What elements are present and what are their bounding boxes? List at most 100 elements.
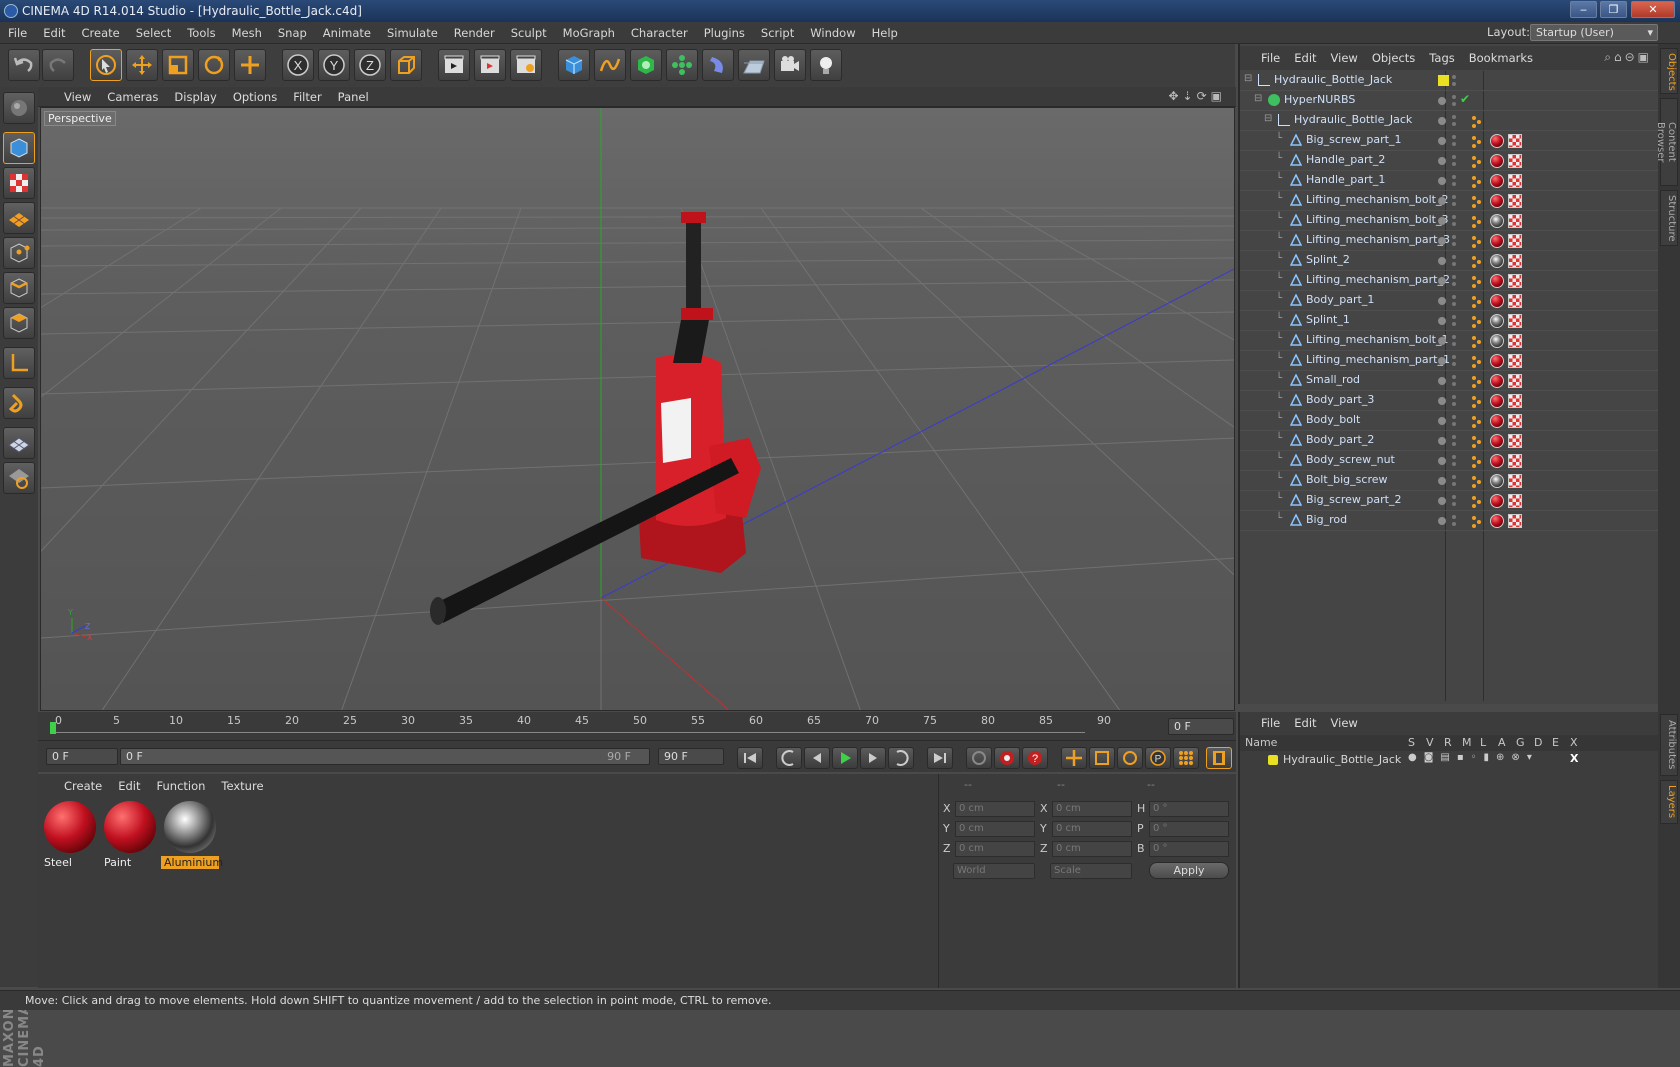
tree-expander-icon[interactable]: └ (1276, 333, 1282, 344)
maximize-button[interactable]: ❐ (1600, 1, 1627, 18)
material-tag-icon[interactable] (1490, 254, 1504, 268)
render-settings-icon[interactable] (510, 49, 542, 81)
editor-visibility-dot[interactable] (1452, 515, 1456, 519)
tree-expander-icon[interactable]: └ (1276, 293, 1282, 304)
object-name[interactable]: Bolt_big_screw (1306, 473, 1388, 486)
render-visibility-dot[interactable] (1452, 382, 1456, 386)
editor-visibility-dot[interactable] (1452, 455, 1456, 459)
scale-icon[interactable] (162, 49, 194, 81)
texture-tag-icon[interactable] (1508, 154, 1522, 168)
render-visibility-dot[interactable] (1452, 462, 1456, 466)
position-x-field[interactable]: 0 cm (955, 801, 1035, 817)
lock-x-icon[interactable]: X (282, 49, 314, 81)
layer-menu-view[interactable]: View (1324, 712, 1365, 734)
editor-visibility-dot[interactable] (1452, 235, 1456, 239)
rotation-h-field[interactable]: 0 ° (1149, 801, 1229, 817)
move-icon[interactable] (126, 49, 158, 81)
editor-visibility-dot[interactable] (1452, 335, 1456, 339)
material-menu-edit[interactable]: Edit (110, 776, 148, 796)
tweak-magnet-icon[interactable] (3, 387, 35, 419)
material-tag-icon[interactable] (1490, 514, 1504, 528)
edges-mode-icon[interactable] (3, 272, 35, 304)
visibility-dot[interactable] (1438, 397, 1446, 405)
object-name[interactable]: Lifting_mechanism_part_3 (1306, 233, 1450, 246)
tree-expander-icon[interactable]: ⊟ (1244, 73, 1252, 84)
object-row[interactable]: └ Body_part_1 (1240, 291, 1660, 311)
object-row[interactable]: └ Body_part_3 (1240, 391, 1660, 411)
visibility-dot[interactable] (1438, 177, 1446, 185)
object-row[interactable]: └ Splint_1 (1240, 311, 1660, 331)
layer-row[interactable]: Hydraulic_Bottle_Jack ●◙▤▪◦▮⊕⊗▾ X (1240, 752, 1660, 768)
object-row[interactable]: └ Body_bolt (1240, 411, 1660, 431)
material-tag-icon[interactable] (1490, 234, 1504, 248)
render-visibility-dot[interactable] (1452, 102, 1456, 106)
tree-expander-icon[interactable]: ⊟ (1254, 93, 1262, 104)
key-scale-icon[interactable] (1089, 747, 1115, 769)
material-tag-icon[interactable] (1490, 434, 1504, 448)
visibility-dot[interactable] (1438, 197, 1446, 205)
editor-visibility-dot[interactable] (1452, 115, 1456, 119)
texture-tag-icon[interactable] (1508, 334, 1522, 348)
start-frame-field[interactable]: 0 F (46, 748, 118, 765)
object-menu-file[interactable]: File (1254, 46, 1287, 70)
object-row[interactable]: └ Lifting_mechanism_bolt_1 (1240, 331, 1660, 351)
rotate-icon[interactable] (198, 49, 230, 81)
tree-expander-icon[interactable]: └ (1276, 373, 1282, 384)
layer-menu-edit[interactable]: Edit (1287, 712, 1323, 734)
material-menu-create[interactable]: Create (56, 776, 110, 796)
visibility-dot[interactable] (1438, 117, 1446, 125)
material-tag-icon[interactable] (1490, 274, 1504, 288)
object-name[interactable]: Splint_1 (1306, 313, 1350, 326)
phong-tag-icon[interactable] (1470, 354, 1484, 368)
phong-tag-icon[interactable] (1470, 174, 1484, 188)
record-keys-icon[interactable] (966, 747, 992, 769)
undo-icon[interactable] (8, 49, 40, 81)
object-row[interactable]: └ Lifting_mechanism_part_3 (1240, 231, 1660, 251)
texture-tag-icon[interactable] (1508, 414, 1522, 428)
editor-visibility-dot[interactable] (1452, 415, 1456, 419)
object-name[interactable]: Handle_part_2 (1306, 153, 1385, 166)
editor-visibility-dot[interactable] (1452, 215, 1456, 219)
visibility-dot[interactable] (1438, 97, 1446, 105)
object-row[interactable]: └ Lifting_mechanism_part_1 (1240, 351, 1660, 371)
size-z-field[interactable]: 0 cm (1052, 841, 1132, 857)
texture-tag-icon[interactable] (1508, 474, 1522, 488)
editor-visibility-dot[interactable] (1452, 495, 1456, 499)
menu-animate[interactable]: Animate (315, 22, 379, 44)
object-name[interactable]: Body_part_3 (1306, 393, 1374, 406)
object-name[interactable]: Lifting_mechanism_bolt_2 (1306, 193, 1448, 206)
next-key-icon[interactable] (888, 747, 914, 769)
layer-color-swatch[interactable] (1438, 75, 1449, 86)
viewport-camera-label[interactable]: Perspective (44, 111, 116, 126)
next-frame-icon[interactable] (860, 747, 886, 769)
3d-viewport[interactable]: Perspective Y Z X (40, 107, 1235, 711)
phong-tag-icon[interactable] (1470, 114, 1484, 128)
previous-key-icon[interactable] (776, 747, 802, 769)
menu-render[interactable]: Render (446, 22, 503, 44)
object-name[interactable]: Lifting_mechanism_part_2 (1306, 273, 1450, 286)
live-selection-icon[interactable] (90, 49, 122, 81)
object-row[interactable]: └ Body_screw_nut (1240, 451, 1660, 471)
viewport-menu-filter[interactable]: Filter (285, 87, 329, 107)
menu-mesh[interactable]: Mesh (224, 22, 270, 44)
end-frame-field[interactable]: 90 F (658, 748, 724, 765)
tree-expander-icon[interactable]: └ (1276, 513, 1282, 524)
material-tag-icon[interactable] (1490, 214, 1504, 228)
material-swatch-aluminium[interactable]: Aluminium (161, 798, 223, 870)
editor-visibility-dot[interactable] (1452, 75, 1456, 79)
phong-tag-icon[interactable] (1470, 154, 1484, 168)
size-y-field[interactable]: 0 cm (1052, 821, 1132, 837)
material-menu-texture[interactable]: Texture (213, 776, 271, 796)
tree-expander-icon[interactable]: └ (1276, 473, 1282, 484)
snap-lock-icon[interactable] (3, 462, 35, 494)
object-menu-tags[interactable]: Tags (1422, 46, 1461, 70)
visibility-dot[interactable] (1438, 497, 1446, 505)
object-row[interactable]: └ Bolt_big_screw (1240, 471, 1660, 491)
render-view-icon[interactable] (438, 49, 470, 81)
phong-tag-icon[interactable] (1470, 314, 1484, 328)
texture-tag-icon[interactable] (1508, 134, 1522, 148)
viewport-menu-view[interactable]: View (56, 87, 99, 107)
phong-tag-icon[interactable] (1470, 374, 1484, 388)
tab-layers[interactable]: Layers (1660, 780, 1678, 824)
object-name[interactable]: Hydraulic_Bottle_Jack (1294, 113, 1412, 126)
